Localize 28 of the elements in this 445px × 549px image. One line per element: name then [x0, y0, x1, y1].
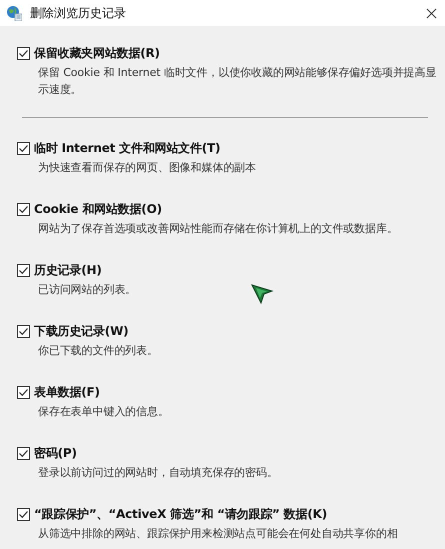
option-description: 登录以前访问过的网站时，自动填充保存的密码。	[38, 465, 278, 481]
option-label: Cookie 和网站数据(O)	[34, 201, 162, 218]
option-description: 已访问网站的列表。	[38, 282, 136, 298]
option-label: 下载历史记录(W)	[34, 323, 128, 340]
checkbox[interactable]	[17, 203, 30, 216]
checkbox[interactable]	[17, 447, 30, 460]
checkbox[interactable]	[17, 264, 30, 277]
close-icon[interactable]	[426, 8, 437, 18]
option-label: 历史记录(H)	[34, 262, 102, 279]
window-title: 删除浏览历史记录	[30, 4, 127, 22]
option-description: 你已下载的文件的列表。	[38, 343, 158, 359]
globe-icon	[6, 5, 22, 21]
checkbox[interactable]	[17, 508, 30, 521]
option-label: 密码(P)	[34, 445, 77, 462]
option-label: 表单数据(F)	[34, 384, 100, 401]
option-description: 网站为了保存首选项或改善网站性能而存储在你计算机上的文件或数据库。	[38, 221, 398, 237]
option-description: 从筛选中排除的网站、跟踪保护用来检测站点可能会在何处自动共享你的相	[38, 526, 398, 542]
cursor-icon	[250, 282, 274, 306]
option-label: 临时 Internet 文件和网站文件(T)	[34, 140, 220, 157]
option-description: 保存在表单中键入的信息。	[38, 404, 169, 420]
checkbox[interactable]	[17, 142, 30, 155]
option-description: 为快速查看而保存的网页、图像和媒体的副本	[38, 160, 256, 176]
checkbox[interactable]	[17, 325, 30, 338]
checkbox[interactable]	[17, 47, 30, 60]
option-description: 保留 Cookie 和 Internet 临时文件，以使你收藏的网站能够保存偏好选项并提高显示速度。	[38, 65, 438, 98]
option-label: 保留收藏夹网站数据(R)	[34, 45, 160, 62]
checkbox[interactable]	[17, 386, 30, 399]
option-label: “跟踪保护”、“ActiveX 筛选”和 “请勿跟踪” 数据(K)	[34, 506, 327, 523]
